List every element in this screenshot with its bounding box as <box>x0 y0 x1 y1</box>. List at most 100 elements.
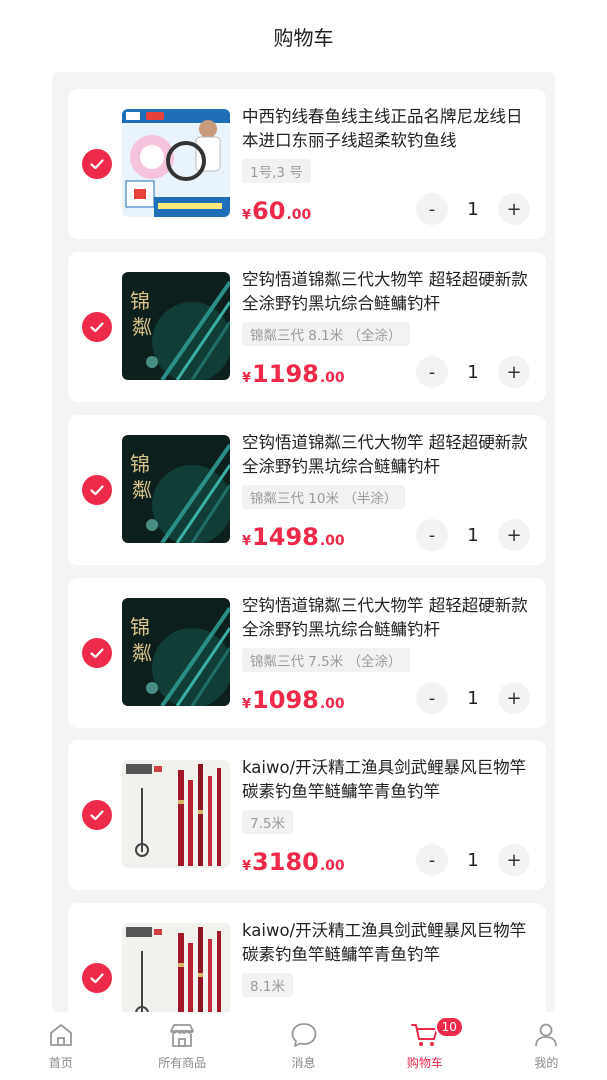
decrease-button[interactable]: - <box>416 193 448 225</box>
increase-button[interactable]: + <box>498 519 530 551</box>
user-icon <box>535 1023 558 1047</box>
decrease-button[interactable]: - <box>416 356 448 388</box>
svg-text:锦: 锦 <box>130 289 150 313</box>
currency-symbol: ¥ <box>242 697 252 712</box>
tab-label: 消息 <box>291 1056 316 1070</box>
checkmark-icon <box>90 810 104 821</box>
tab-label: 购物车 <box>406 1056 443 1070</box>
price-decimal: .00 <box>319 533 345 549</box>
product-name[interactable]: 中西钓线春鱼线主线正品名牌尼龙线日本进口东丽子线超柔软钓鱼线 <box>242 105 534 153</box>
red-rod-product-image[interactable] <box>122 923 230 1012</box>
red-rod-product-image[interactable] <box>122 760 230 868</box>
price-integer: 3180 <box>252 848 319 876</box>
cart-item[interactable]: 锦 粼 空钩悟道锦粼三代大物竿 超轻超硬新款全涂野钓黑坑综合鲢鳙钓杆 锦粼三代 … <box>68 415 546 565</box>
item-select-checkbox[interactable] <box>82 638 112 668</box>
price-decimal: .00 <box>319 858 345 874</box>
item-select-checkbox[interactable] <box>82 475 112 505</box>
cart-item[interactable]: 锦 粼 空钩悟道锦粼三代大物竿 超轻超硬新款全涂野钓黑坑综合鲢鳙钓杆 锦粼三代 … <box>68 252 546 402</box>
increase-button[interactable]: + <box>498 356 530 388</box>
tab-label: 我的 <box>534 1056 559 1070</box>
item-select-checkbox[interactable] <box>82 963 112 993</box>
currency-symbol: ¥ <box>242 859 252 874</box>
fishing-rod-product-image[interactable]: 锦 粼 <box>122 435 230 543</box>
home-icon <box>49 1024 72 1046</box>
tab-profile[interactable]: 我的 <box>486 1012 607 1080</box>
cart-item[interactable]: kaiwo/开沃精工渔具剑武鲤暴风巨物竿碳素钓鱼竿鲢鳙竿青鱼钓竿 8.1米 <box>68 903 546 1012</box>
tab-home[interactable]: 首页 <box>0 1012 121 1080</box>
quantity-value: 1 <box>467 687 479 709</box>
increase-button[interactable]: + <box>498 193 530 225</box>
price-decimal: .00 <box>319 696 345 712</box>
tab-cart[interactable]: 10 购物车 <box>364 1012 485 1080</box>
currency-symbol: ¥ <box>242 208 252 223</box>
checkmark-icon <box>90 322 104 333</box>
checkmark-icon <box>90 485 104 496</box>
product-price: ¥ 1198 .00 <box>242 360 345 388</box>
checkmark-icon <box>90 648 104 659</box>
price-integer: 1198 <box>252 360 319 388</box>
quantity-value: 1 <box>467 361 479 383</box>
cart-item[interactable]: 中西钓线春鱼线主线正品名牌尼龙线日本进口东丽子线超柔软钓鱼线 1号,3 号 ¥ … <box>68 89 546 239</box>
fishing-line-product-image[interactable] <box>122 109 230 217</box>
checkmark-icon <box>90 973 104 984</box>
decrease-button[interactable]: - <box>416 844 448 876</box>
product-name[interactable]: kaiwo/开沃精工渔具剑武鲤暴风巨物竿碳素钓鱼竿鲢鳙竿青鱼钓竿 <box>242 756 534 804</box>
product-price: ¥ 1498 .00 <box>242 523 345 551</box>
price-decimal: .00 <box>319 370 345 386</box>
item-select-checkbox[interactable] <box>82 312 112 342</box>
product-spec[interactable]: 锦粼三代 10米 （半涂） <box>242 485 406 509</box>
tab-messages[interactable]: 消息 <box>243 1012 364 1080</box>
fishing-rod-product-image[interactable]: 锦 粼 <box>122 272 230 380</box>
quantity-stepper[interactable]: - 1 + <box>416 519 530 551</box>
store-icon <box>170 1024 195 1047</box>
page-title: 购物车 <box>273 25 334 50</box>
item-select-checkbox[interactable] <box>82 800 112 830</box>
chat-icon <box>291 1023 316 1047</box>
tab-all-products[interactable]: 所有商品 <box>121 1012 242 1080</box>
tab-label: 首页 <box>48 1056 73 1070</box>
cart-item[interactable]: kaiwo/开沃精工渔具剑武鲤暴风巨物竿碳素钓鱼竿鲢鳙竿青鱼钓竿 7.5米 ¥ … <box>68 740 546 890</box>
item-select-checkbox[interactable] <box>82 149 112 179</box>
product-name[interactable]: 空钩悟道锦粼三代大物竿 超轻超硬新款全涂野钓黑坑综合鲢鳙钓杆 <box>242 594 534 642</box>
product-name[interactable]: kaiwo/开沃精工渔具剑武鲤暴风巨物竿碳素钓鱼竿鲢鳙竿青鱼钓竿 <box>242 919 534 967</box>
decrease-button[interactable]: - <box>416 682 448 714</box>
product-spec[interactable]: 8.1米 <box>242 973 293 997</box>
quantity-value: 1 <box>467 849 479 871</box>
price-decimal: .00 <box>286 207 312 223</box>
quantity-stepper[interactable]: - 1 + <box>416 682 530 714</box>
price-integer: 1098 <box>252 686 319 714</box>
product-name[interactable]: 空钩悟道锦粼三代大物竿 超轻超硬新款全涂野钓黑坑综合鲢鳙钓杆 <box>242 431 534 479</box>
product-price: ¥ 60 .00 <box>242 197 311 225</box>
increase-button[interactable]: + <box>498 844 530 876</box>
product-spec[interactable]: 7.5米 <box>242 810 293 834</box>
svg-text:粼: 粼 <box>132 478 152 502</box>
header: 购物车 <box>0 0 607 72</box>
quantity-stepper[interactable]: - 1 + <box>416 356 530 388</box>
product-spec[interactable]: 锦粼三代 7.5米 （全涂） <box>242 648 410 672</box>
product-spec[interactable]: 锦粼三代 8.1米 （全涂） <box>242 322 410 346</box>
currency-symbol: ¥ <box>242 534 252 549</box>
product-name[interactable]: 空钩悟道锦粼三代大物竿 超轻超硬新款全涂野钓黑坑综合鲢鳙钓杆 <box>242 268 534 316</box>
cart-item[interactable]: 锦 粼 空钩悟道锦粼三代大物竿 超轻超硬新款全涂野钓黑坑综合鲢鳙钓杆 锦粼三代 … <box>68 578 546 728</box>
checkmark-icon <box>90 159 104 170</box>
increase-button[interactable]: + <box>498 682 530 714</box>
svg-text:粼: 粼 <box>132 641 152 665</box>
decrease-button[interactable]: - <box>416 519 448 551</box>
product-spec[interactable]: 1号,3 号 <box>242 159 311 183</box>
svg-text:粼: 粼 <box>132 315 152 339</box>
quantity-value: 1 <box>467 198 479 220</box>
product-price: ¥ 1098 .00 <box>242 686 345 714</box>
cart-count-badge: 10 <box>434 1016 464 1038</box>
svg-text:锦: 锦 <box>130 615 150 639</box>
tab-label: 所有商品 <box>158 1056 207 1070</box>
quantity-value: 1 <box>467 524 479 546</box>
price-integer: 1498 <box>252 523 319 551</box>
svg-text:锦: 锦 <box>130 452 150 476</box>
bottom-tab-bar: 首页 所有商品 消息 10 购物车 我的 <box>0 1012 607 1080</box>
currency-symbol: ¥ <box>242 371 252 386</box>
quantity-stepper[interactable]: - 1 + <box>416 844 530 876</box>
fishing-rod-product-image[interactable]: 锦 粼 <box>122 598 230 706</box>
price-integer: 60 <box>252 197 286 225</box>
quantity-stepper[interactable]: - 1 + <box>416 193 530 225</box>
product-price: ¥ 3180 .00 <box>242 848 345 876</box>
